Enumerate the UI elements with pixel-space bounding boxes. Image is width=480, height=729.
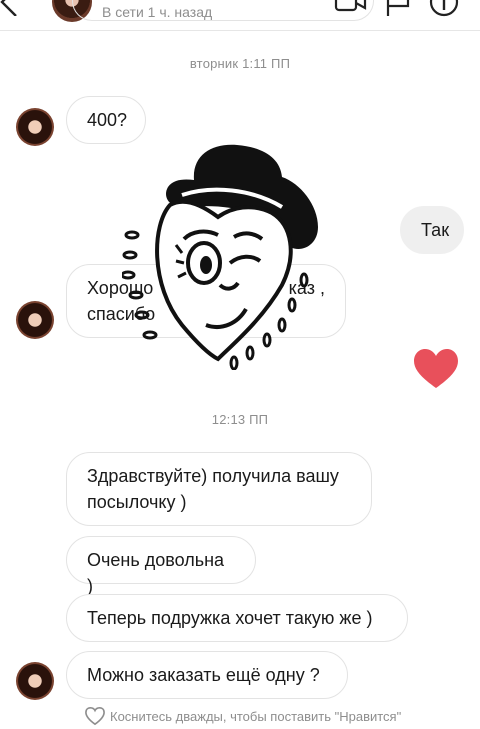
message-text: Так (421, 220, 450, 240)
sender-avatar[interactable] (16, 301, 54, 339)
like-hint-text: Коснитесь дважды, чтобы поставить "Нрави… (110, 708, 402, 724)
previous-message-bubble (72, 0, 374, 21)
mascot-sticker (122, 144, 318, 370)
sender-avatar[interactable] (16, 662, 54, 700)
timestamp-separator: вторник 1:11 ПП (189, 56, 291, 71)
timestamp-separator: 12:13 ПП (211, 412, 269, 427)
info-icon[interactable] (428, 0, 460, 18)
message-bubble[interactable]: Можно заказать ещё одну ? (66, 651, 348, 699)
message-text: Очень довольна ) (87, 550, 225, 596)
message-bubble[interactable]: Теперь подружка хочет такую же ) (66, 594, 408, 642)
sender-avatar[interactable] (16, 108, 54, 146)
message-text: Можно заказать ещё одну ? (87, 665, 320, 685)
double-tap-like-hint[interactable]: Коснитесь дважды, чтобы поставить "Нрави… (84, 706, 401, 726)
message-text: Теперь подружка хочет такую же ) (87, 608, 373, 628)
message-bubble[interactable]: Очень довольна ) (66, 536, 256, 596)
back-arrow-icon[interactable] (0, 0, 26, 16)
my-message-bubble[interactable]: Так (400, 206, 464, 254)
message-text-line: посылочку ) (87, 492, 187, 512)
heart-outline-icon (85, 706, 105, 726)
heart-icon[interactable] (412, 348, 460, 390)
flag-icon[interactable] (384, 0, 412, 16)
message-text-line: Здравствуйте) получила вашу (87, 466, 339, 486)
message-bubble[interactable]: Здравствуйте) получила вашу посылочку ) (66, 452, 372, 526)
message-text: 400? (87, 110, 128, 130)
